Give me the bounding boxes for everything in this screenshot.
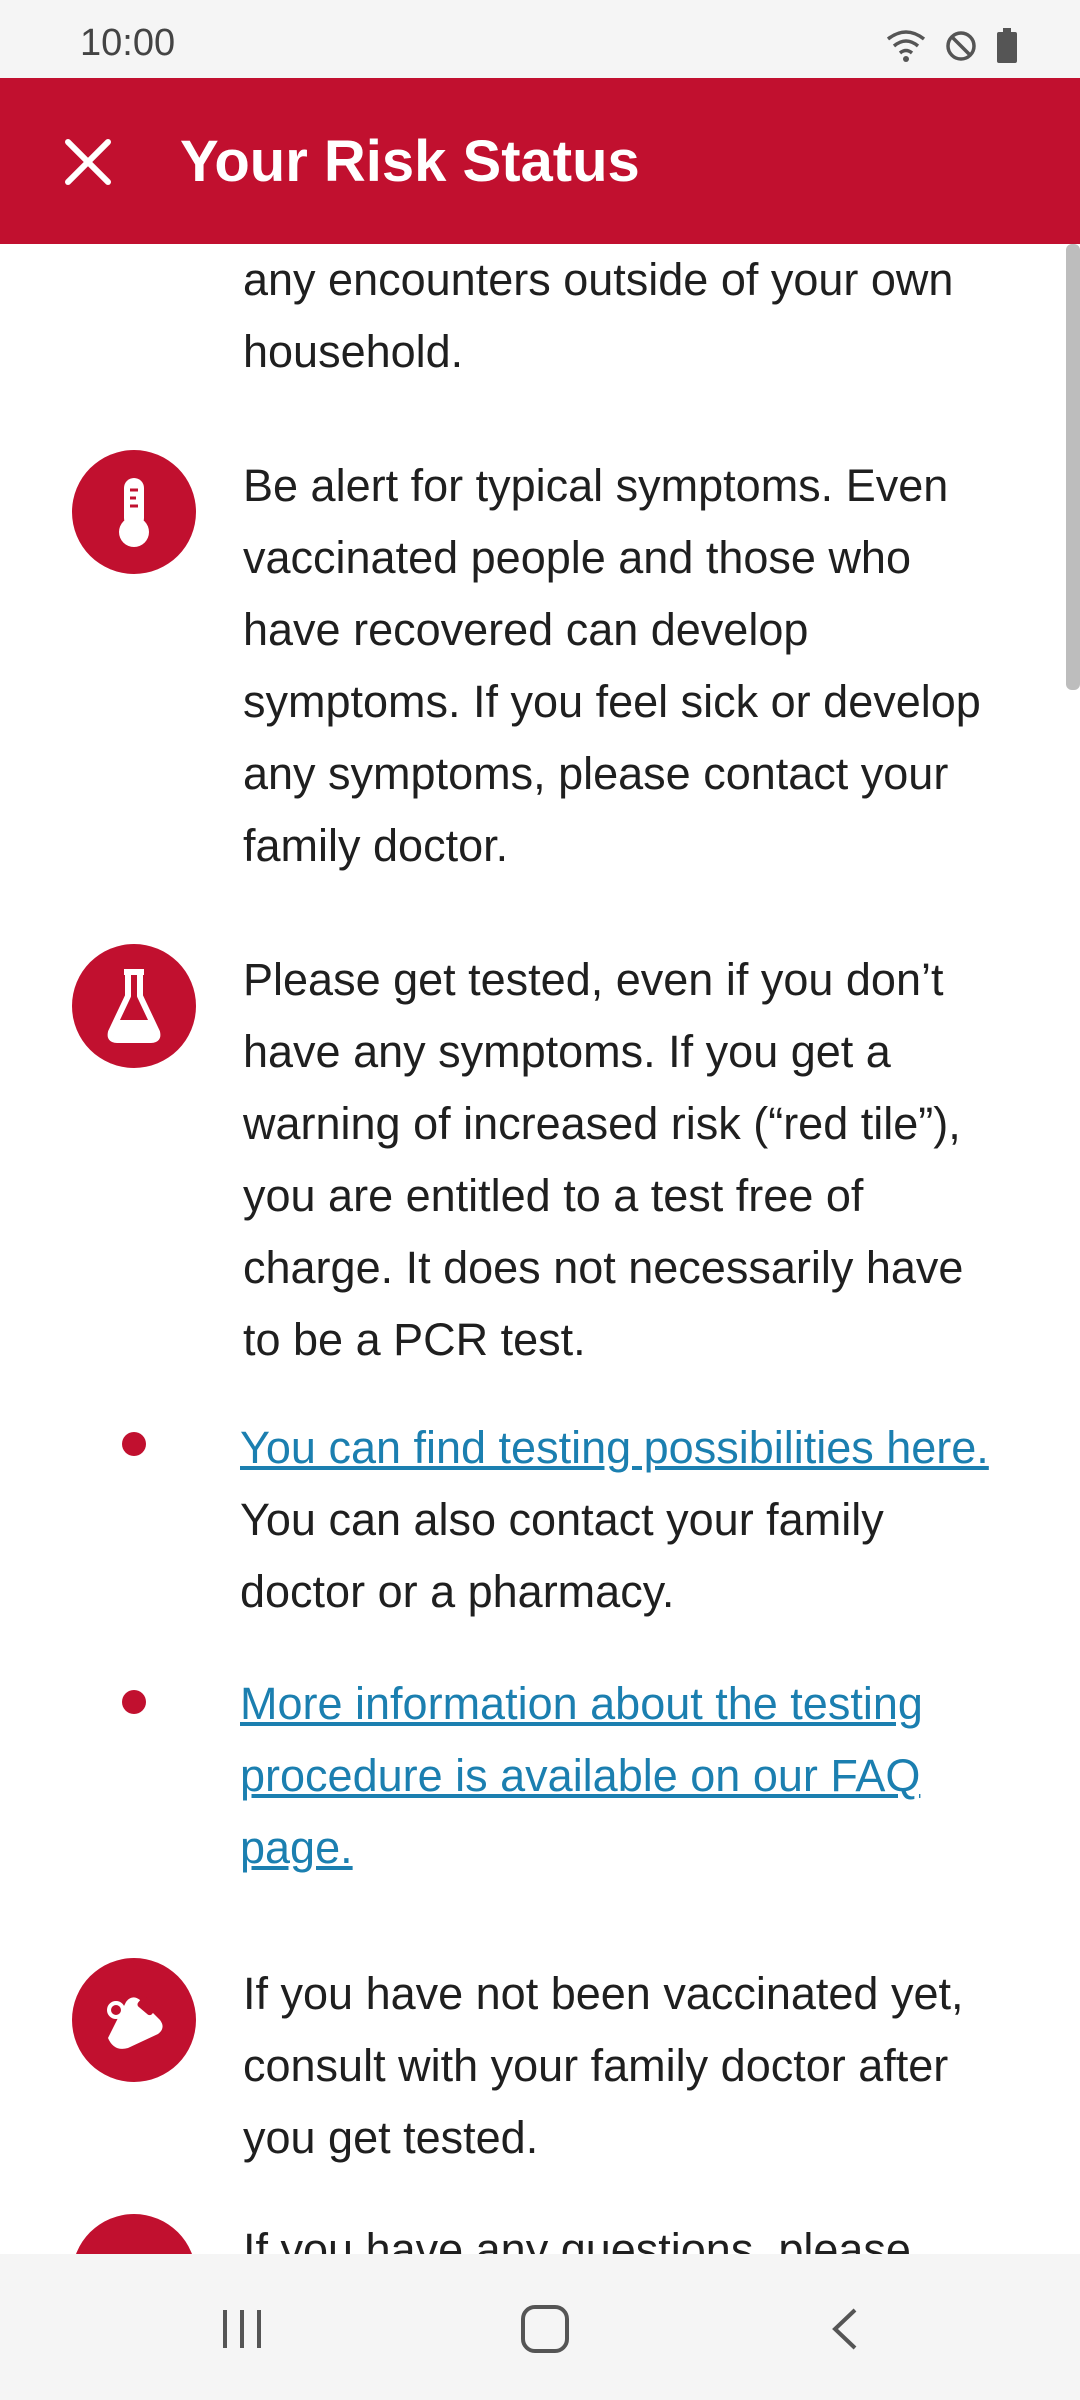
info-icon-badge bbox=[72, 2214, 196, 2254]
thermometer-icon-badge bbox=[72, 450, 196, 574]
status-icons bbox=[886, 28, 1018, 64]
vaccination-icon-badge bbox=[72, 1958, 196, 2082]
system-nav-bar bbox=[0, 2254, 1080, 2400]
risk-status-content[interactable]: any encounters outside of your own house… bbox=[0, 244, 1080, 2254]
back-icon bbox=[832, 2308, 857, 2350]
status-time: 10:00 bbox=[80, 22, 176, 64]
faq-link[interactable]: More information about the testing proce… bbox=[240, 1678, 923, 1873]
wifi-icon bbox=[886, 30, 926, 62]
back-button[interactable] bbox=[806, 2294, 886, 2364]
testing-possibilities-item: You can find testing possibilities here.… bbox=[240, 1412, 1000, 1628]
recent-apps-icon bbox=[223, 2310, 261, 2348]
intro-text-tail: any encounters outside of your own house… bbox=[243, 254, 954, 377]
testing-text: Please get tested, even if you don’t hav… bbox=[243, 954, 964, 1365]
status-bar: 10:00 bbox=[0, 0, 1080, 78]
do-not-disturb-icon bbox=[946, 31, 976, 61]
recent-apps-button[interactable] bbox=[202, 2294, 282, 2364]
close-button[interactable] bbox=[48, 122, 128, 202]
questions-text: If you have any questions, please bbox=[243, 2224, 911, 2254]
page-title: Your Risk Status bbox=[180, 129, 640, 194]
symptoms-text: Be alert for typical symptoms. Even vacc… bbox=[243, 460, 981, 871]
battery-icon bbox=[997, 28, 1017, 63]
home-icon bbox=[521, 2305, 569, 2353]
faq-item: More information about the testing proce… bbox=[240, 1668, 1000, 1884]
app-bar: Your Risk Status bbox=[0, 78, 1080, 244]
scrollbar[interactable] bbox=[1066, 244, 1080, 690]
vaccination-text: If you have not been vaccinated yet, con… bbox=[243, 1968, 964, 2163]
bullet-dot bbox=[122, 1432, 146, 1456]
flask-icon-badge bbox=[72, 944, 196, 1068]
syringe-arm-icon bbox=[107, 1996, 163, 2049]
thermometer-icon bbox=[119, 478, 149, 547]
close-icon bbox=[65, 139, 111, 185]
home-button[interactable] bbox=[505, 2294, 585, 2364]
testing-possibilities-rest: You can also contact your family doctor … bbox=[240, 1494, 884, 1617]
bullet-dot bbox=[122, 1690, 146, 1714]
testing-possibilities-link[interactable]: You can find testing possibilities here. bbox=[240, 1422, 989, 1473]
flask-icon bbox=[107, 969, 161, 1043]
